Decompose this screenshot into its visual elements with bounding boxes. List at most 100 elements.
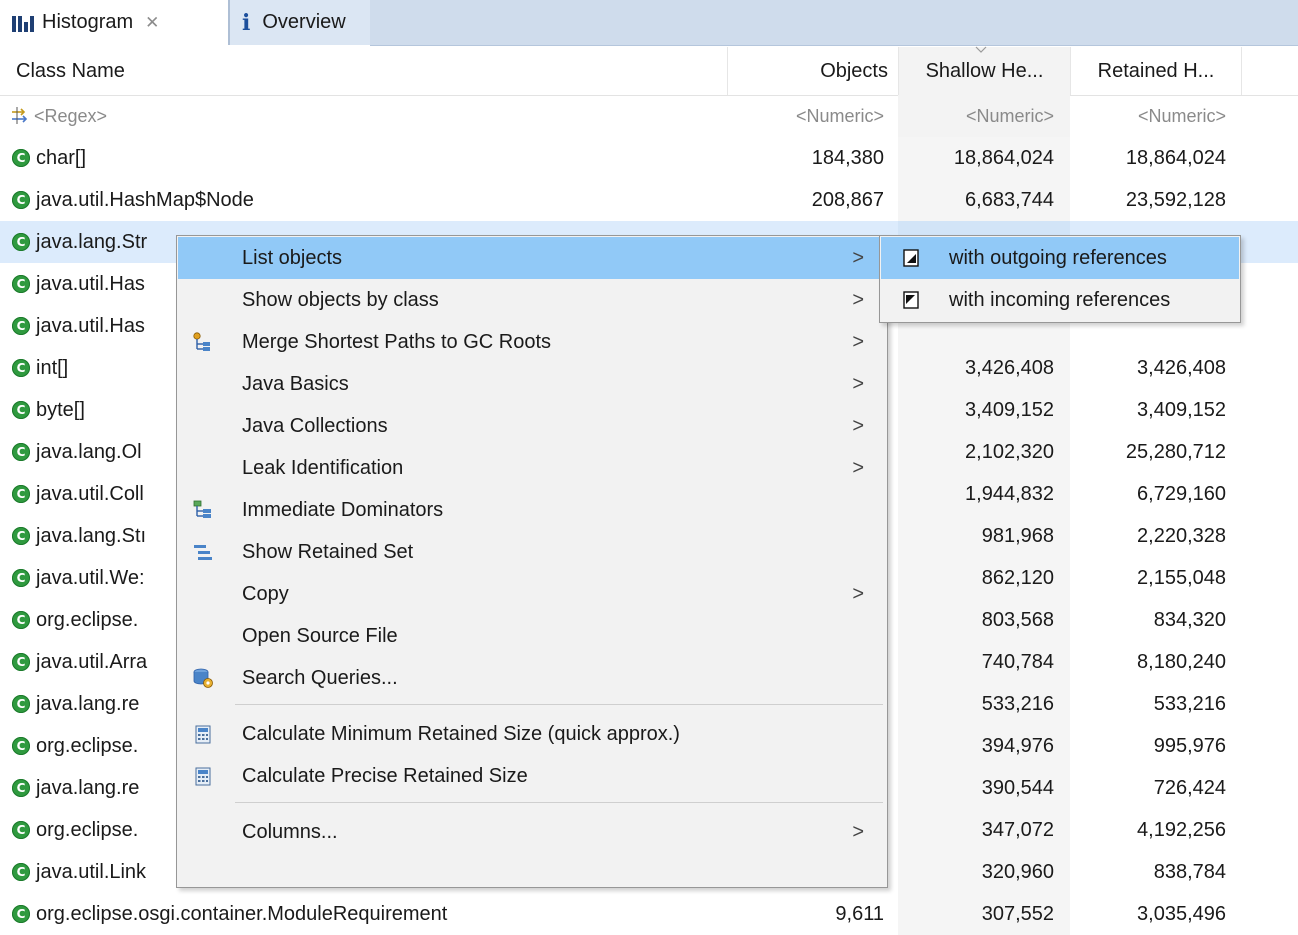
column-header-shallow-heap[interactable]: Shallow He... [898,47,1070,95]
retained-heap-cell: 2,155,048 [1137,566,1226,589]
tab-overview-label: Overview [262,11,346,33]
menu-item-label: Calculate Precise Retained Size [242,764,528,787]
shallow-heap-cell: 394,976 [898,725,1070,767]
class-icon: C [12,233,30,251]
retained-heap-cell: 25,280,712 [1125,440,1226,463]
objects-cell: 184,380 [811,146,884,169]
retained-heap-cell: 3,035,496 [1137,902,1226,925]
menu-item-calculate-minimum-retained-size[interactable]: Calculate Minimum Retained Size (quick a… [178,713,886,755]
class-icon: C [12,569,30,587]
class-name-filter[interactable]: <Regex> [10,95,710,137]
retained-heap-cell: 6,729,160 [1137,482,1226,505]
shallow-heap-cell: 18,864,024 [898,137,1070,179]
class-icon: C [12,359,30,377]
menu-item-merge-shortest-paths[interactable]: Merge Shortest Paths to GC Roots > [178,321,886,363]
class-icon: C [12,695,30,713]
menu-item-open-source-file[interactable]: Open Source File [178,615,886,657]
objects-cell: 9,611 [835,902,884,925]
menu-item-label: Merge Shortest Paths to GC Roots [242,330,552,353]
column-header-objects[interactable]: Objects [727,47,898,95]
objects-filter-placeholder: <Numeric> [795,105,884,126]
search-queries-icon [193,668,213,688]
context-menu: List objects > Show objects by class > M… [176,235,888,888]
menu-item-calculate-precise-retained-size[interactable]: Calculate Precise Retained Size [178,755,886,797]
info-icon: i [242,9,251,36]
class-icon: C [12,275,30,293]
class-name-text: java.util.HashMap$Node [36,188,254,211]
submenu-arrow-icon: > [852,246,864,269]
table-row[interactable]: Corg.eclipse.osgi.container.ModuleRequir… [0,893,1298,935]
shallow-heap-filter[interactable]: <Numeric> [898,95,1070,137]
menu-item-leak-identification[interactable]: Leak Identification > [178,447,886,489]
class-name-text: byte[] [36,398,85,421]
menu-item-immediate-dominators[interactable]: Immediate Dominators [178,489,886,531]
submenu-item-incoming-references[interactable]: with incoming references [881,279,1239,321]
class-icon: C [12,779,30,797]
table-row[interactable]: Cjava.util.HashMap$Node 208,867 6,683,744 2… [0,179,1298,221]
class-icon: C [12,401,30,419]
class-icon: C [12,443,30,461]
class-icon: C [12,191,30,209]
class-name-cell: Cjava.util.HashMap$Node [12,179,727,221]
table-row[interactable]: Cchar[] 184,380 18,864,024 18,864,024 [0,137,1298,179]
objects-cell: 208,867 [811,188,884,211]
shallow-heap-cell: 347,072 [898,809,1070,851]
menu-item-label: Calculate Minimum Retained Size (quick a… [242,722,680,745]
retained-heap-cell: 4,192,256 [1137,818,1226,841]
class-name-text: java.util.Has [36,272,145,295]
class-icon: C [12,737,30,755]
incoming-references-icon [903,291,919,309]
menu-item-show-objects-by-class[interactable]: Show objects by class > [178,279,886,321]
menu-item-show-retained-set[interactable]: Show Retained Set [178,531,886,573]
menu-item-columns[interactable]: Columns... > [178,811,886,853]
retained-heap-cell: 834,320 [1153,608,1226,631]
retained-heap-cell: 2,220,328 [1137,524,1226,547]
list-objects-submenu: with outgoing references with incoming r… [879,235,1241,323]
class-icon: C [12,149,30,167]
shallow-heap-cell: 803,568 [898,599,1070,641]
tab-overview[interactable]: i Overview [228,0,370,45]
shallow-heap-cell: 2,102,320 [898,431,1070,473]
column-header-retained-heap[interactable]: Retained H... [1070,47,1242,95]
retained-heap-cell: 995,976 [1153,734,1226,757]
retained-heap-cell: 3,409,152 [1137,398,1226,421]
tab-strip-background [370,0,1298,46]
editor-tab-strip: Histogram ✕ i Overview [0,0,1298,47]
menu-item-list-objects[interactable]: List objects > [178,237,886,279]
gc-roots-paths-icon [193,332,210,351]
calculator-icon [195,725,211,744]
menu-item-java-basics[interactable]: Java Basics > [178,363,886,405]
menu-item-label: Java Basics [242,372,349,395]
column-header-shallow-heap-label: Shallow He... [925,59,1044,82]
class-icon: C [12,863,30,881]
class-name-text: org.eclipse. [36,734,139,757]
menu-item-label: Java Collections [242,414,388,437]
submenu-arrow-icon: > [852,288,864,311]
shallow-heap-cell: 981,968 [898,515,1070,557]
retained-set-icon [194,545,212,560]
retained-heap-cell: 726,424 [1153,776,1226,799]
retained-heap-filter[interactable]: <Numeric> [1070,95,1242,137]
class-name-text: char[] [36,146,87,169]
class-name-text: org.eclipse. [36,608,139,631]
class-name-text: java.util.Link [36,860,147,883]
class-name-text: java.util.Arra [36,650,148,673]
tab-histogram[interactable]: Histogram ✕ [0,0,228,45]
menu-item-search-queries[interactable]: Search Queries... [178,657,886,699]
menu-item-copy[interactable]: Copy > [178,573,886,615]
regex-filter-icon [12,107,28,124]
class-name-text: java.lang.re [36,692,140,715]
menu-item-label: Copy [242,582,289,605]
dominators-icon [193,500,211,518]
column-header-retained-heap-label: Retained H... [1097,59,1215,82]
menu-item-label: Leak Identification [242,456,404,479]
retained-heap-cell: 533,216 [1153,692,1226,715]
menu-item-label: Open Source File [242,624,398,647]
menu-item-java-collections[interactable]: Java Collections > [178,405,886,447]
retained-heap-cell: 3,426,408 [1137,356,1226,379]
close-icon[interactable]: ✕ [145,13,159,33]
objects-filter[interactable]: <Numeric> [727,95,898,137]
submenu-item-outgoing-references[interactable]: with outgoing references [881,237,1239,279]
column-header-class-name[interactable]: Class Name [0,47,727,95]
column-header-row: Class Name Objects Shallow He... Retaine… [0,47,1298,96]
